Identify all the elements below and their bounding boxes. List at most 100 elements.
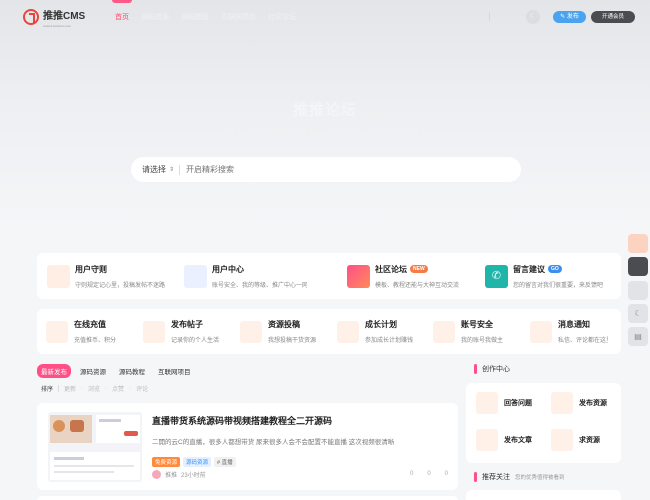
search-input[interactable] bbox=[186, 165, 486, 174]
logo-subtitle: extend.tuituicms.com bbox=[43, 24, 72, 28]
sort-option-comments[interactable]: 评论 bbox=[136, 384, 148, 393]
service-growth[interactable]: 成长计划 参加成长计划赚钱 bbox=[337, 309, 415, 354]
dark-mode-icon[interactable]: ☾ bbox=[526, 10, 540, 24]
search-bar: 请选择 ⇕ bbox=[131, 157, 521, 182]
rules-icon bbox=[47, 264, 70, 288]
quick-link-user-center[interactable]: 用户中心账号安全、我的等级、推广中心一网打尽 bbox=[184, 253, 307, 299]
request-icon bbox=[551, 429, 573, 451]
logo-icon bbox=[23, 9, 39, 25]
post-icon bbox=[143, 320, 165, 343]
service-notify[interactable]: 消息通知 私信、评论都在这里 bbox=[530, 309, 608, 354]
avatar[interactable] bbox=[152, 470, 161, 479]
nav-item-tutorial[interactable]: 源码教程 bbox=[178, 12, 212, 22]
top-icon[interactable] bbox=[628, 281, 648, 300]
post-author[interactable]: 推推 bbox=[165, 470, 177, 479]
post-card[interactable]: 直播带货系统源码带视频搭建教程全二开源码 二開的云C的直播，很多人都想带货 尿来… bbox=[37, 403, 458, 490]
nav-item-forum[interactable]: 社区论坛 bbox=[265, 12, 299, 22]
forum-icon bbox=[347, 264, 370, 288]
hero-subtitle: 一个有温度的源码分享平台，源码站长交流分享的开放平台 bbox=[221, 126, 429, 135]
sort-bar: 排序 更新 · 浏览 · 点赞 · 评论 bbox=[41, 384, 149, 393]
create-center-card: 回答问题 发布资源 发布文章 求资源 bbox=[466, 383, 621, 463]
service-recharge[interactable]: 在线充值充值推币、积分 bbox=[46, 309, 124, 354]
main-nav: 首页 源码资源 源码教程 互联网项目 社区论坛 bbox=[112, 0, 299, 22]
create-answer[interactable]: 回答问题 bbox=[476, 392, 532, 414]
tab-project[interactable]: 互联网项目 bbox=[154, 364, 195, 378]
hero-title: 推推论坛 bbox=[292, 102, 357, 119]
sort-option-update[interactable]: 更新 bbox=[64, 384, 76, 393]
service-title: 在线充值 bbox=[74, 320, 106, 329]
quick-link-desc: 账号安全、我的等级、推广中心一网打尽 bbox=[212, 282, 307, 289]
quick-link-feedback[interactable]: ✆ 留言建议 GO 您的留言对我们很重要，来反馈吧 bbox=[485, 253, 608, 299]
service-desc: 参加成长计划赚钱 bbox=[365, 338, 414, 344]
gift-icon[interactable] bbox=[628, 234, 648, 253]
quick-links-row: 用户守则 守则规定记心里，投稿发帖不迷路 用户中心 账号安全、我的等级、推广中心一网… bbox=[37, 253, 621, 299]
answer-icon bbox=[476, 392, 498, 414]
post-meta: 推推 23小时前 bbox=[152, 470, 206, 479]
follow-subtitle: 您的优秀值得被看到 bbox=[515, 475, 565, 481]
logo-name: 推推CMS bbox=[43, 11, 86, 22]
site-logo[interactable]: 推推CMS extend.tuituicms.com bbox=[23, 8, 86, 28]
search-category-select[interactable]: 请选择 ⇕ bbox=[131, 164, 179, 175]
service-title: 消息通知 bbox=[558, 320, 590, 329]
create-article[interactable]: 发布文章 bbox=[476, 429, 532, 451]
create-center-title: 创作中心 bbox=[482, 366, 510, 373]
search-divider bbox=[179, 164, 180, 175]
quick-link-desc: 您的留言对我们很重要，来反馈吧 bbox=[513, 282, 604, 289]
create-request[interactable]: 求资源 bbox=[551, 429, 600, 451]
service-desc: 充值推币、积分 bbox=[74, 338, 117, 344]
moon-icon[interactable]: ☾ bbox=[628, 304, 648, 323]
sort-divider bbox=[58, 385, 60, 392]
nav-item-source[interactable]: 源码资源 bbox=[138, 12, 172, 22]
quick-link-desc: 模板、教程还能与大神互动交流 bbox=[375, 282, 460, 289]
post-tags: 免费资源 源码资源 # 直播 bbox=[152, 457, 236, 467]
post-card[interactable] bbox=[37, 496, 458, 500]
nav-item-project[interactable]: 互联网项目 bbox=[218, 12, 259, 22]
service-title: 账号安全 bbox=[461, 320, 493, 329]
quick-link-forum[interactable]: 社区论坛 NEW 模板、教程还能与大神互动交流 bbox=[347, 253, 470, 299]
comments-count: 0 bbox=[427, 471, 431, 477]
tag-free[interactable]: 免费资源 bbox=[152, 457, 181, 467]
quick-link-rules[interactable]: 用户守则 守则规定记心里，投稿发帖不迷路 bbox=[47, 253, 170, 299]
notify-icon bbox=[530, 320, 552, 343]
security-icon bbox=[433, 320, 455, 343]
publish-button[interactable]: ✎ 发布 bbox=[553, 11, 586, 23]
sort-label: 排序 bbox=[41, 387, 54, 393]
top-navbar: 推推CMS extend.tuituicms.com 首页 源码资源 源码教程 … bbox=[0, 0, 650, 34]
service-desc: 我的账号我做主 bbox=[461, 338, 504, 344]
service-post[interactable]: 发布帖子记录你的个人生活 bbox=[143, 309, 221, 354]
views-count: 0 bbox=[409, 471, 414, 477]
post-excerpt: 二開的云C的直播，很多人都想带货 尿来很多人会不会配置不能直播 这次视频很清晰 bbox=[152, 439, 395, 446]
post-thumbnail[interactable] bbox=[48, 412, 142, 482]
message-icon[interactable] bbox=[628, 257, 648, 276]
services-row: 在线充值充值推币、积分 发布帖子记录你的个人生活 资源投稿 我想投稿干货资源 成长… bbox=[37, 309, 621, 354]
tag-source[interactable]: 源码资源 bbox=[183, 457, 212, 467]
create-resource[interactable]: 发布资源 bbox=[551, 392, 607, 414]
tag-live[interactable]: # 直播 bbox=[214, 457, 236, 467]
nav-item-home[interactable]: 首页 bbox=[112, 0, 132, 22]
sort-option-views[interactable]: 浏览 bbox=[88, 384, 100, 393]
tab-tutorial[interactable]: 源码教程 bbox=[115, 364, 149, 378]
recharge-icon bbox=[46, 320, 68, 343]
service-submit[interactable]: 资源投稿 我想投稿干货资源 bbox=[240, 309, 318, 354]
service-desc: 记录你的个人生活 bbox=[171, 338, 220, 344]
follow-header: 推荐关注 您的优秀值得被看到 bbox=[474, 472, 565, 482]
user-center-icon bbox=[184, 264, 207, 288]
service-desc: 我想投稿干货资源 bbox=[268, 338, 317, 344]
service-title: 发布帖子 bbox=[171, 320, 203, 329]
tab-latest[interactable]: 最新发布 bbox=[37, 364, 71, 378]
post-title[interactable]: 直播带货系统源码带视频搭建教程全二开源码 bbox=[152, 414, 332, 427]
submit-icon bbox=[240, 320, 262, 343]
sort-arrows-icon: ⇕ bbox=[169, 167, 175, 173]
sort-option-likes[interactable]: 点赞 bbox=[112, 384, 124, 393]
vip-button[interactable]: 开通会员 bbox=[591, 11, 635, 23]
hero-banner: 推推CMS extend.tuituicms.com 首页 源码资源 源码教程 … bbox=[0, 0, 650, 232]
new-badge: NEW bbox=[410, 265, 428, 273]
feedback-icon: ✆ bbox=[485, 264, 508, 288]
header-accent bbox=[474, 472, 477, 482]
service-security[interactable]: 账号安全我的账号我做主 bbox=[433, 309, 511, 354]
tab-source[interactable]: 源码资源 bbox=[76, 364, 110, 378]
edit-icon[interactable]: ▤ bbox=[628, 327, 648, 346]
header-accent bbox=[474, 364, 477, 374]
post-stats: 0 0 0 bbox=[410, 471, 448, 477]
content-tabs: 最新发布 源码资源 源码教程 互联网项目 bbox=[37, 364, 195, 378]
